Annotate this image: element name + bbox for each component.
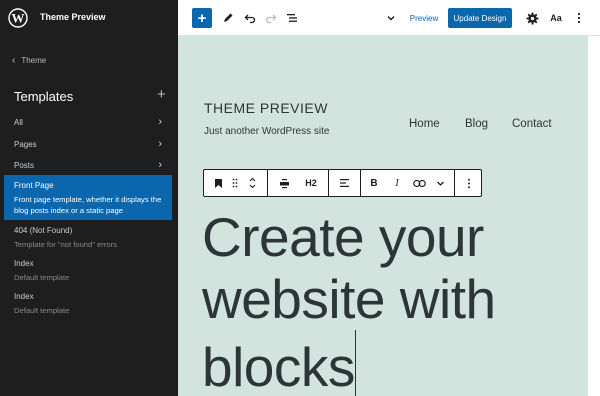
styles-button[interactable]: Aa <box>546 8 566 28</box>
editor-toolbar: + Preview Update Design Aa <box>178 0 600 36</box>
list-view-button[interactable] <box>282 8 302 28</box>
template-details-dropdown[interactable] <box>383 8 399 28</box>
editor-canvas[interactable]: THEME PREVIEW Just another WordPress sit… <box>178 36 588 396</box>
heading-block[interactable]: Create your website with blocks <box>202 206 582 396</box>
sidebar-item-label: Posts <box>14 160 35 170</box>
text-cursor <box>354 330 356 396</box>
back-link-label: Theme <box>21 56 47 65</box>
options-menu-button[interactable] <box>572 8 586 28</box>
sidebar: W Theme Preview ‹ Theme Templates + All … <box>0 0 178 396</box>
toolbar-divider <box>454 170 455 196</box>
site-title-block[interactable]: THEME PREVIEW <box>204 100 328 116</box>
chevron-left-icon: ‹ <box>12 54 16 66</box>
italic-button[interactable]: I <box>387 170 407 196</box>
chevron-down-icon <box>436 181 444 186</box>
link-button[interactable] <box>408 170 430 196</box>
template-description: Default template <box>14 273 70 282</box>
template-item-index[interactable]: Index Default template <box>14 259 164 282</box>
templates-heading: Templates <box>14 89 74 104</box>
text-align-button[interactable] <box>334 170 354 196</box>
heading-line: website with <box>202 268 496 330</box>
more-vertical-icon <box>468 178 470 188</box>
sidebar-item-pages[interactable]: Pages › <box>14 138 162 150</box>
template-description: Template for "not found" errors <box>14 240 117 249</box>
template-title: Index <box>14 259 34 268</box>
drag-handle[interactable] <box>228 170 242 196</box>
nav-link-home[interactable]: Home <box>409 118 440 130</box>
sidebar-item-posts[interactable]: Posts › <box>14 159 162 171</box>
toolbar-divider <box>267 170 268 196</box>
toolbar-divider <box>328 170 329 196</box>
block-inserter-button[interactable]: + <box>192 8 212 28</box>
template-title: 404 (Not Found) <box>14 226 73 235</box>
update-design-button[interactable]: Update Design <box>448 8 512 28</box>
template-description: Default template <box>14 306 70 315</box>
italic-icon: I <box>395 177 399 189</box>
redo-icon <box>265 14 277 24</box>
template-description: Front page template, whether it displays… <box>14 195 162 215</box>
sidebar-item-all[interactable]: All › <box>14 116 162 128</box>
drag-handle-icon <box>232 178 238 188</box>
nav-link-contact[interactable]: Contact <box>512 118 552 130</box>
block-toolbar: H2 B I <box>203 169 482 197</box>
redo-button[interactable] <box>261 8 281 28</box>
gear-icon <box>525 11 539 25</box>
align-wide-icon <box>279 178 289 188</box>
align-left-icon <box>339 179 349 187</box>
template-title: Front Page <box>14 181 54 190</box>
heading-level-button[interactable]: H2 <box>300 170 322 196</box>
settings-button[interactable] <box>523 8 541 28</box>
heading-line: Create your <box>202 206 484 268</box>
undo-icon <box>244 14 256 24</box>
site-title[interactable]: Theme Preview <box>40 12 106 22</box>
alignment-wide-button[interactable] <box>275 170 293 196</box>
bold-icon: B <box>370 177 378 189</box>
add-template-button[interactable]: + <box>157 87 166 102</box>
wordpress-logo-icon[interactable]: W <box>0 0 36 36</box>
template-item-index[interactable]: Index Default template <box>14 292 164 315</box>
block-type-button[interactable] <box>210 170 226 196</box>
canvas-scrollbar[interactable] <box>588 36 600 396</box>
undo-button[interactable] <box>240 8 260 28</box>
link-icon <box>412 179 426 187</box>
template-item-front-page[interactable]: Front Page Front page template, whether … <box>4 175 172 220</box>
nav-link-blog[interactable]: Blog <box>465 118 488 130</box>
more-vertical-icon <box>577 12 581 24</box>
edit-tool-button[interactable] <box>218 8 238 28</box>
sidebar-item-label: Pages <box>14 139 37 149</box>
bookmark-icon <box>214 178 222 188</box>
list-view-icon <box>287 14 297 22</box>
chevron-right-icon: › <box>158 159 162 171</box>
block-options-button[interactable] <box>460 170 478 196</box>
heading-line-last: blocks <box>202 330 582 396</box>
template-item-404[interactable]: 404 (Not Found) Template for "not found"… <box>14 226 164 249</box>
move-up-down-button[interactable] <box>244 170 260 196</box>
template-title: Index <box>14 292 34 301</box>
svg-text:W: W <box>12 11 25 26</box>
heading-line: blocks <box>202 336 355 396</box>
site-tagline-block[interactable]: Just another WordPress site <box>204 126 329 137</box>
more-rich-text-dropdown[interactable] <box>431 170 449 196</box>
pencil-icon <box>224 13 233 22</box>
toolbar-divider <box>360 170 361 196</box>
move-chevrons-icon <box>249 177 255 189</box>
chevron-down-icon <box>387 16 395 21</box>
sidebar-item-label: All <box>14 117 23 127</box>
chevron-right-icon: › <box>158 138 162 150</box>
back-to-theme-link[interactable]: ‹ Theme <box>12 54 47 66</box>
preview-button[interactable]: Preview <box>409 8 439 28</box>
chevron-right-icon: › <box>158 116 162 128</box>
bold-button[interactable]: B <box>364 170 384 196</box>
